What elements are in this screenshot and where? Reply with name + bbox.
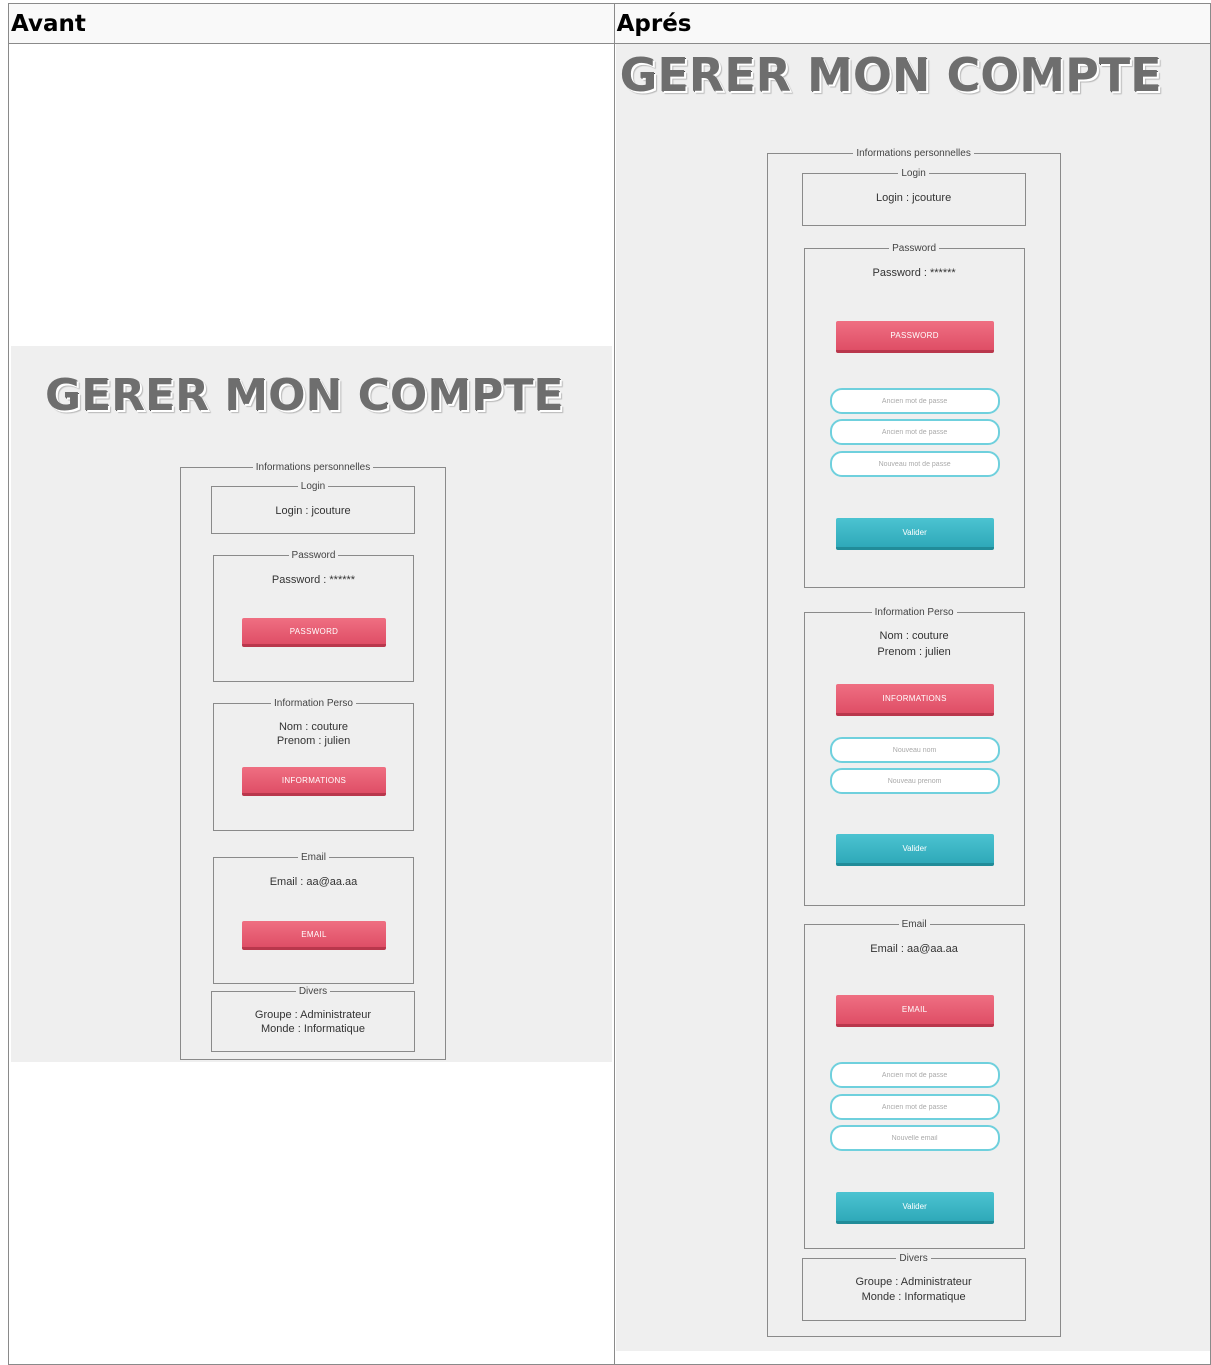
email-old-password-input-2[interactable] — [829, 1094, 1000, 1120]
password-fieldset: Password Password : ****** PASSWORD Vali… — [803, 243, 1025, 588]
password-legend: Password — [291, 550, 336, 561]
prenom-text: Prenom : julien — [877, 646, 951, 658]
login-legend: Login — [901, 168, 926, 179]
monde-text: Monde : Informatique — [861, 1291, 966, 1303]
login-text: Login : jcouture — [875, 192, 952, 204]
email-submit-button[interactable]: Valider — [835, 1192, 994, 1224]
divers-legend: Divers — [298, 986, 328, 997]
email-fieldset: Email Email : aa@aa.aa EMAIL — [213, 852, 414, 984]
before-cell: GERER MON COMPTE Informations personnell… — [8, 43, 615, 1365]
email-legend: Email — [300, 852, 326, 863]
new-name-input[interactable] — [829, 737, 1000, 763]
divers-fieldset: Divers Groupe : Administrateur Monde : I… — [211, 986, 415, 1052]
perso-fieldset: Information Perso Nom : couture Prenom :… — [213, 698, 414, 831]
page-title: GERER MON COMPTE — [619, 48, 1162, 102]
nom-text: Nom : couture — [879, 630, 949, 642]
email-fieldset: Email Email : aa@aa.aa EMAIL Valider — [803, 919, 1025, 1249]
monde-text: Monde : Informatique — [261, 1023, 365, 1035]
email-old-password-input-1[interactable] — [829, 1062, 1000, 1088]
groupe-text: Groupe : Administrateur — [254, 1009, 372, 1021]
comparison-table: Avant Aprés GERER MON COMPTE Information… — [8, 3, 1211, 1365]
password-text: Password : ****** — [872, 267, 956, 279]
new-password-input[interactable] — [829, 451, 1000, 477]
email-button[interactable]: EMAIL — [242, 921, 386, 950]
before-screenshot: GERER MON COMPTE Informations personnell… — [11, 346, 612, 1062]
password-text: Password : ****** — [271, 574, 356, 586]
informations-button[interactable]: INFORMATIONS — [242, 767, 386, 796]
login-fieldset: Login Login : jcouture — [801, 168, 1026, 226]
after-screenshot: GERER MON COMPTE Informations personnell… — [615, 44, 1210, 1351]
email-legend: Email — [901, 919, 927, 930]
personal-info-legend: Informations personnelles — [856, 148, 971, 159]
perso-submit-button[interactable]: Valider — [835, 834, 994, 866]
header-before: Avant — [8, 3, 615, 44]
perso-legend: Information Perso — [274, 698, 353, 709]
divers-legend: Divers — [899, 1253, 928, 1264]
new-firstname-input[interactable] — [829, 768, 1000, 794]
groupe-text: Groupe : Administrateur — [855, 1276, 972, 1288]
perso-legend: Information Perso — [874, 607, 954, 618]
login-legend: Login — [300, 481, 326, 492]
divers-fieldset: Divers Groupe : Administrateur Monde : I… — [801, 1253, 1026, 1321]
nom-text: Nom : couture — [278, 721, 349, 733]
password-legend: Password — [892, 243, 937, 254]
old-password-input-1[interactable] — [829, 388, 1000, 414]
email-text: Email : aa@aa.aa — [870, 943, 958, 955]
password-button[interactable]: PASSWORD — [835, 321, 994, 353]
email-text: Email : aa@aa.aa — [269, 876, 358, 888]
after-cell: GERER MON COMPTE Informations personnell… — [613, 43, 1211, 1365]
email-button[interactable]: EMAIL — [835, 995, 994, 1027]
password-fieldset: Password Password : ****** PASSWORD — [213, 550, 414, 682]
page-title: GERER MON COMPTE — [45, 370, 564, 421]
new-email-input[interactable] — [829, 1125, 1000, 1151]
login-text: Login : jcouture — [275, 505, 351, 517]
old-password-input-2[interactable] — [829, 419, 1000, 445]
login-fieldset: Login Login : jcouture — [211, 481, 415, 534]
informations-button[interactable]: INFORMATIONS — [835, 684, 994, 716]
prenom-text: Prenom : julien — [276, 735, 351, 747]
perso-fieldset: Information Perso Nom : couture Prenom :… — [803, 607, 1025, 906]
password-submit-button[interactable]: Valider — [835, 518, 994, 550]
personal-info-legend: Informations personnelles — [255, 462, 371, 473]
password-button[interactable]: PASSWORD — [242, 618, 386, 647]
header-after: Aprés — [613, 3, 1211, 44]
